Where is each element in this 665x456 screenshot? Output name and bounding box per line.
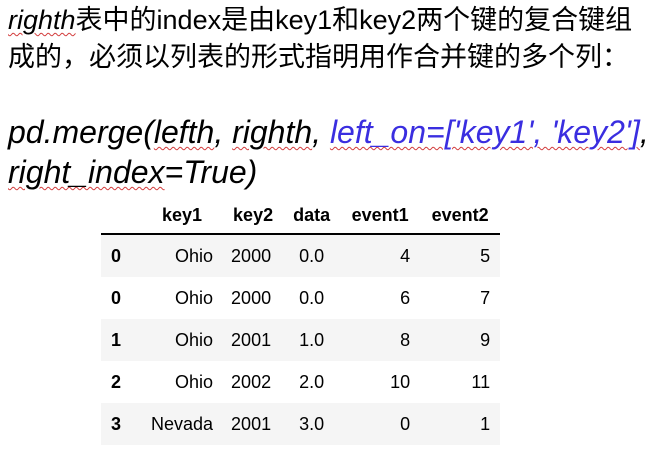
merge-result-table: key1 key2 data event1 event2 0 Ohio 2000 0.… [101,197,501,445]
cell-key1: Ohio [175,371,214,392]
row-index: 0 [111,245,122,266]
table-row: 1 Ohio 2001 1.0 8 9 [101,319,501,361]
code-line: pd.merge(lefth, righth, left_on=['key1',… [8,112,658,192]
table-row: 0 Ohio 2000 0.0 6 7 [101,277,500,319]
row-index: 2 [111,371,122,392]
cell-event1: 4 [400,245,411,266]
code-left-on: left_on=['key1', 'key2'] [329,114,640,150]
code-func: pd.merge( [8,114,154,150]
cell-data: 3.0 [299,413,325,434]
cell-event1: 6 [400,287,411,308]
code-arg-righth: righth [232,114,313,150]
code-sep3: , [639,114,649,150]
row-index: 0 [111,287,122,308]
code-sep1: , [214,114,233,150]
cell-key2: 2002 [231,371,272,392]
cell-key2: 2001 [231,329,272,350]
code-right-index: right_index [8,154,165,190]
code-arg-lefth: lefth [153,114,215,150]
cell-data: 0.0 [299,245,325,266]
table-row: 2 Ohio 2002 2.0 10 11 [101,361,500,403]
cell-key1: Ohio [175,287,214,308]
table-row: 3 Nevada 2001 3.0 0 1 [101,403,501,445]
cell-event2: 7 [480,287,491,308]
row-index: 1 [111,329,122,350]
table-row: 0 Ohio 2000 0.0 4 5 [101,234,501,277]
cell-key2: 2001 [231,413,272,434]
righth-word: righth [8,5,76,35]
code-sep2: , [312,114,330,150]
cell-event1: 0 [400,413,411,434]
header-key2: key2 [223,197,284,235]
cell-event2: 1 [480,413,491,434]
cell-key1: Nevada [151,413,214,434]
description-paragraph: righth表中的index是由key1和key2两个键的复合键组成的，必须以列… [8,2,658,76]
cell-event2: 5 [480,245,491,266]
header-row: key1 key2 data event1 event2 [101,197,501,235]
cell-key2: 2000 [231,287,272,308]
cell-key1: Ohio [175,245,214,266]
row-index: 3 [111,413,122,434]
table-body: 0 Ohio 2000 0.0 4 5 0 Ohio 2000 0.0 6 7 1 Ohio 2001 1.0… [101,234,501,445]
cell-key1: Ohio [175,329,214,350]
table-header: key1 key2 data event1 event2 [101,197,501,235]
cell-data: 1.0 [299,329,325,350]
cell-event2: 11 [471,371,491,392]
cell-event1: 8 [400,329,411,350]
code-end: =True) [164,154,258,190]
cell-key2: 2000 [231,245,272,266]
header-index [101,197,141,235]
header-key1: key1 [141,197,224,235]
cell-data: 2.0 [299,371,325,392]
header-event1: event1 [340,197,421,235]
header-event2: event2 [420,197,501,235]
description-text: 表中的index是由key1和key2两个键的复合键组成的，必须以列表的形式指明… [8,5,633,72]
header-data: data [283,197,341,235]
cell-event1: 10 [390,371,411,392]
cell-event2: 9 [480,329,491,350]
cell-data: 0.0 [299,287,325,308]
